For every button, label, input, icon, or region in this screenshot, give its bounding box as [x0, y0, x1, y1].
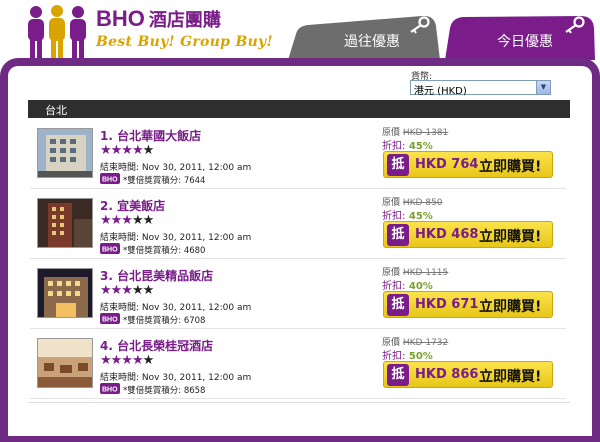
end-time-value: Nov 30, 2011, 12:00 am [141, 373, 252, 383]
logo-people-icon[interactable] [24, 4, 90, 60]
buy-now-label: 立即購買! [479, 229, 542, 245]
star-rating: ★★★★★ [100, 283, 154, 298]
end-time: 結束時間: Nov 30, 2011, 12:00 am [100, 370, 251, 383]
end-time-label: 結束時間: [100, 303, 140, 313]
hotel-row[interactable]: 1. 台北華國大飯店 ★★★★★ 結束時間: Nov 30, 2011, 12:… [30, 122, 566, 189]
discount-mark-icon: 抵 [387, 294, 409, 316]
end-time-value: Nov 30, 2011, 12:00 am [141, 303, 252, 313]
discount: 折扣: 45% [382, 137, 433, 152]
end-time: 結束時間: Nov 30, 2011, 12:00 am [100, 160, 251, 173]
logo[interactable]: BHO 酒店團購 Best Buy! Group Buy! [96, 6, 273, 50]
deal-price: HKD 866 [415, 367, 479, 382]
page: BHO酒店團購 Best Buy! Group Buy! 過往優惠 今日優惠 [0, 0, 600, 442]
divider [28, 402, 570, 403]
bho-badge-icon: BHO [100, 383, 120, 394]
hotel-row[interactable]: 3. 台北昆美精品飯店 ★★★★★ 結束時間: Nov 30, 2011, 12… [30, 262, 566, 329]
bho-badge-icon: BHO [100, 313, 120, 324]
currency-selected: 港元 (HKD) [414, 86, 467, 97]
buy-now-button[interactable]: 抵 HKD 468 立即購買! [383, 221, 553, 248]
deal-price: HKD 468 [415, 227, 479, 242]
hotel-thumbnail[interactable] [37, 198, 93, 248]
chevron-down-icon[interactable]: ▼ [536, 81, 550, 94]
buy-now-button[interactable]: 抵 HKD 764 立即購買! [383, 151, 553, 178]
points-label: *雙倍獎賞積分: [123, 246, 182, 256]
points-value: 4680 [183, 246, 206, 256]
bho-badge-text: BHO [102, 387, 118, 394]
points-value: 7644 [183, 176, 206, 186]
buy-now-label: 立即購買! [479, 159, 542, 175]
buy-now-label: 立即購買! [479, 369, 542, 385]
tab-today-label: 今日優惠 [497, 34, 553, 50]
points-label: *雙倍獎賞積分: [123, 386, 182, 396]
bho-badge-icon: BHO [100, 173, 120, 184]
bonus-points: *雙倍獎賞積分: 4680 [123, 244, 205, 256]
end-time-label: 結束時間: [100, 373, 140, 383]
bonus-points: *雙倍獎賞積分: 7644 [123, 174, 205, 186]
discount: 折扣: 45% [382, 207, 433, 222]
end-time-value: Nov 30, 2011, 12:00 am [141, 233, 252, 243]
deal-price: HKD 764 [415, 157, 479, 172]
star-rating: ★★★★★ [100, 143, 154, 158]
points-value: 8658 [183, 386, 206, 396]
buy-now-label: 立即購買! [479, 299, 542, 315]
currency-select[interactable]: 港元 (HKD) ▼ [410, 80, 551, 97]
logo-slogan: Best Buy! Group Buy! [96, 34, 273, 50]
hotel-name[interactable]: 2. 宜美飯店 [100, 197, 165, 214]
hotel-name[interactable]: 3. 台北昆美精品飯店 [100, 267, 213, 284]
end-time-value: Nov 30, 2011, 12:00 am [141, 163, 252, 173]
discount-mark-icon: 抵 [387, 364, 409, 386]
key-icon [565, 16, 585, 34]
bho-badge-text: BHO [102, 177, 118, 184]
city-name: 台北 [45, 104, 67, 117]
discount: 折扣: 40% [382, 277, 433, 292]
end-time-label: 結束時間: [100, 163, 140, 173]
buy-now-button[interactable]: 抵 HKD 866 立即購買! [383, 361, 553, 388]
end-time-label: 結束時間: [100, 233, 140, 243]
bho-badge-text: BHO [102, 247, 118, 254]
tab-today-deals[interactable]: 今日優惠 [445, 16, 595, 60]
end-time: 結束時間: Nov 30, 2011, 12:00 am [100, 300, 251, 313]
key-icon [410, 16, 430, 34]
buy-now-button[interactable]: 抵 HKD 671 立即購買! [383, 291, 553, 318]
star-rating: ★★★★★ [100, 353, 154, 368]
hotel-row[interactable]: 4. 台北長榮桂冠酒店 ★★★★★ 結束時間: Nov 30, 2011, 12… [30, 332, 566, 399]
discount-mark-icon: 抵 [387, 154, 409, 176]
bho-badge-icon: BHO [100, 243, 120, 254]
points-label: *雙倍獎賞積分: [123, 176, 182, 186]
hotel-name[interactable]: 4. 台北長榮桂冠酒店 [100, 337, 213, 354]
logo-brand: BHO [96, 6, 145, 31]
points-label: *雙倍獎賞積分: [123, 316, 182, 326]
tab-past-deals[interactable]: 過往優惠 [288, 16, 440, 60]
bho-badge-text: BHO [102, 317, 118, 324]
deal-price: HKD 671 [415, 297, 479, 312]
star-rating: ★★★★★ [100, 213, 154, 228]
end-time: 結束時間: Nov 30, 2011, 12:00 am [100, 230, 251, 243]
tab-past-label: 過往優惠 [344, 34, 400, 50]
hotel-row[interactable]: 2. 宜美飯店 ★★★★★ 結束時間: Nov 30, 2011, 12:00 … [30, 192, 566, 259]
discount: 折扣: 50% [382, 347, 433, 362]
city-header: 台北 [28, 100, 570, 118]
header: BHO 酒店團購 Best Buy! Group Buy! 過往優惠 今日優惠 [0, 0, 600, 60]
logo-chinese: 酒店團購 [148, 10, 221, 31]
hotel-thumbnail[interactable] [37, 128, 93, 178]
bonus-points: *雙倍獎賞積分: 6708 [123, 314, 205, 326]
discount-mark-icon: 抵 [387, 224, 409, 246]
points-value: 6708 [183, 316, 206, 326]
hotel-name[interactable]: 1. 台北華國大飯店 [100, 127, 201, 144]
hotel-thumbnail[interactable] [37, 268, 93, 318]
hotel-thumbnail[interactable] [37, 338, 93, 388]
bonus-points: *雙倍獎賞積分: 8658 [123, 384, 205, 396]
